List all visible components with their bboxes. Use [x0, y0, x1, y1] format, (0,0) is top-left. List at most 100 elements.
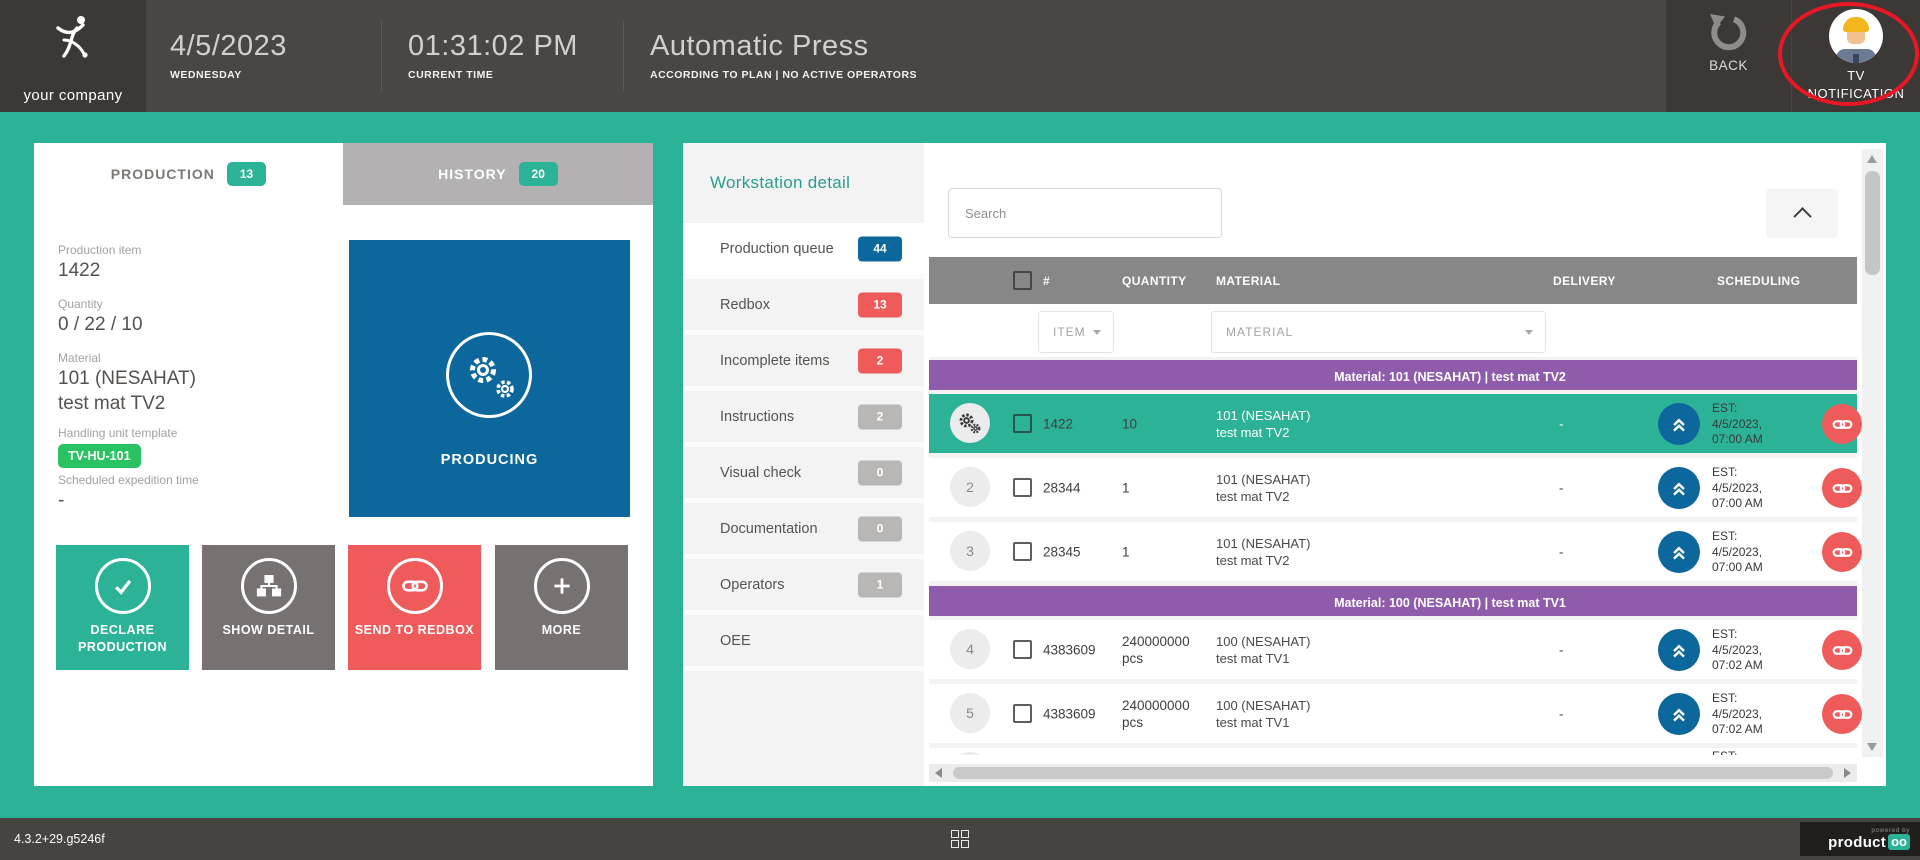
gears-icon — [446, 332, 532, 418]
queue-row[interactable]: 4 4383609 240000000pcs 1 — [929, 620, 1857, 684]
show-detail-button[interactable]: SHOW DETAIL — [202, 545, 335, 670]
menu-item-badge: 44 — [858, 236, 902, 261]
tab-production[interactable]: PRODUCTION 13 — [34, 143, 343, 205]
material-name: test mat TV2 — [58, 393, 196, 415]
back-button[interactable]: BACK — [1666, 0, 1791, 112]
link-button[interactable] — [1822, 630, 1862, 670]
priority-button[interactable] — [1658, 531, 1700, 573]
row-marker: 4 — [950, 629, 990, 669]
powered-by-label: powered by — [1871, 827, 1910, 834]
est-schedule: EST:4/5/2023,07:00 AM — [1712, 529, 1763, 576]
queue-row-partial[interactable]: EST: — [929, 748, 1857, 755]
link-button[interactable] — [1822, 468, 1862, 508]
menu-item-label: Operators — [720, 577, 784, 593]
row-checkbox[interactable] — [1013, 478, 1032, 497]
productoo-logo: powered by productoo — [1800, 822, 1920, 856]
double-chevron-up-icon — [1667, 638, 1691, 662]
menu-item-badge: 0 — [858, 460, 902, 485]
material-code: 100 (NESAHAT) — [1216, 634, 1310, 649]
handling-unit-badge[interactable]: TV-HU-101 — [58, 444, 141, 468]
material-filter-dropdown[interactable]: MATERIAL — [1211, 311, 1546, 353]
action-label: MORE — [536, 622, 588, 639]
production-queue-panel: # QUANTITY MATERIAL DELIVERY SCHEDULING … — [924, 143, 1886, 786]
column-scheduling: SCHEDULING — [1717, 274, 1800, 288]
search-input[interactable] — [948, 188, 1222, 238]
scroll-up-arrow-icon[interactable] — [1867, 155, 1877, 163]
field-material: Material 101 (NESAHAT) test mat TV2 — [58, 351, 196, 415]
material-code: 101 (NESAHAT) — [1216, 536, 1310, 551]
est-schedule: EST: — [1712, 749, 1737, 755]
priority-button[interactable] — [1658, 467, 1700, 509]
row-marker — [950, 403, 990, 443]
delivery-cell: - — [1559, 642, 1564, 657]
workstation-menu: Production queue 44 Redbox 13 Incomplete… — [683, 223, 924, 671]
menu-item[interactable]: Production queue 44 — [683, 223, 924, 279]
collapse-button[interactable] — [1766, 189, 1838, 238]
scroll-right-arrow-icon[interactable] — [1844, 768, 1851, 778]
queue-row[interactable]: 3 28345 1 101 (NESAHAT)t — [929, 522, 1857, 586]
menu-item[interactable]: OEE — [683, 615, 924, 671]
tv-notification-button[interactable]: TV NOTIFICATION — [1792, 0, 1920, 112]
quantity-value: 1 — [1122, 480, 1130, 495]
menu-item-label: Instructions — [720, 409, 794, 425]
menu-item-badge: 2 — [858, 348, 902, 373]
header-divider — [381, 21, 382, 91]
tv-label: TV — [1847, 67, 1865, 85]
menu-item[interactable]: Documentation 0 — [683, 503, 924, 559]
est-prefix: EST: — [1712, 627, 1737, 641]
row-checkbox[interactable] — [1013, 640, 1032, 659]
vertical-scrollbar[interactable] — [1862, 149, 1883, 757]
declare-production-button[interactable]: DECLARE PRODUCTION — [56, 545, 189, 670]
quantity-cell: 1 — [1122, 479, 1130, 496]
menu-item[interactable]: Operators 1 — [683, 559, 924, 615]
link-button[interactable] — [1822, 532, 1862, 572]
row-checkbox[interactable] — [1013, 542, 1032, 561]
select-all-checkbox[interactable] — [1013, 271, 1032, 290]
material-cell: 100 (NESAHAT)test mat TV1 — [1216, 633, 1310, 667]
queue-row[interactable]: 1422 10 101 (NESAHAT)test mat TV2 - EST:… — [929, 394, 1857, 458]
horizontal-scroll-thumb[interactable] — [953, 767, 1833, 779]
menu-item[interactable]: Incomplete items 2 — [683, 335, 924, 391]
column-delivery: DELIVERY — [1553, 274, 1616, 288]
est-time: 07:00 AM — [1712, 496, 1763, 510]
menu-item[interactable]: Redbox 13 — [683, 279, 924, 335]
vertical-scroll-thumb[interactable] — [1865, 171, 1880, 275]
tab-history[interactable]: HISTORY 20 — [343, 143, 653, 205]
material-group-header: Material: 101 (NESAHAT) | test mat TV2 — [929, 360, 1857, 394]
material-code: 100 (NESAHAT) — [1216, 698, 1310, 713]
workstation-name: Automatic Press — [650, 31, 917, 63]
horizontal-scrollbar[interactable] — [929, 764, 1857, 782]
send-to-redbox-button[interactable]: SEND TO REDBOX — [348, 545, 481, 670]
link-button[interactable] — [1822, 404, 1862, 444]
priority-button[interactable] — [1658, 403, 1700, 445]
queue-row[interactable]: 2 28344 1 101 (NESAHAT)t — [929, 458, 1857, 522]
link-button[interactable] — [1822, 694, 1862, 734]
queue-row[interactable]: 5 4383609 240000000pcs 1 — [929, 684, 1857, 748]
menu-item[interactable]: Visual check 0 — [683, 447, 924, 503]
item-number: 4383609 — [1043, 642, 1096, 657]
menu-item[interactable]: Instructions 2 — [683, 391, 924, 447]
field-expedition-time: Scheduled expedition time - — [58, 473, 199, 512]
row-number: 5 — [966, 705, 974, 721]
quantity-value: 10 — [1122, 416, 1137, 431]
est-schedule: EST:4/5/2023,07:02 AM — [1712, 627, 1763, 674]
scroll-down-arrow-icon[interactable] — [1867, 743, 1877, 751]
priority-button[interactable] — [1658, 693, 1700, 735]
more-button[interactable]: MORE — [495, 545, 628, 670]
priority-button[interactable] — [1658, 629, 1700, 671]
double-chevron-up-icon — [1667, 476, 1691, 500]
link-icon — [1831, 477, 1854, 500]
apps-grid-icon[interactable] — [951, 830, 969, 848]
workstation-detail-panel: Workstation detail Production queue 44 R… — [683, 143, 924, 786]
quantity-value: 0 / 22 / 10 — [58, 314, 143, 336]
material-code: 101 (NESAHAT) — [58, 368, 196, 390]
column-quantity: QUANTITY — [1122, 274, 1187, 288]
row-checkbox[interactable] — [1013, 414, 1032, 433]
est-date: 4/5/2023, — [1712, 417, 1762, 431]
table-filter-row: ITEM MATERIAL — [929, 304, 1857, 360]
row-checkbox[interactable] — [1013, 704, 1032, 723]
scroll-left-arrow-icon[interactable] — [935, 768, 942, 778]
plus-icon — [534, 558, 590, 614]
item-filter-dropdown[interactable]: ITEM — [1038, 311, 1114, 353]
company-logo[interactable]: your company — [0, 0, 146, 112]
